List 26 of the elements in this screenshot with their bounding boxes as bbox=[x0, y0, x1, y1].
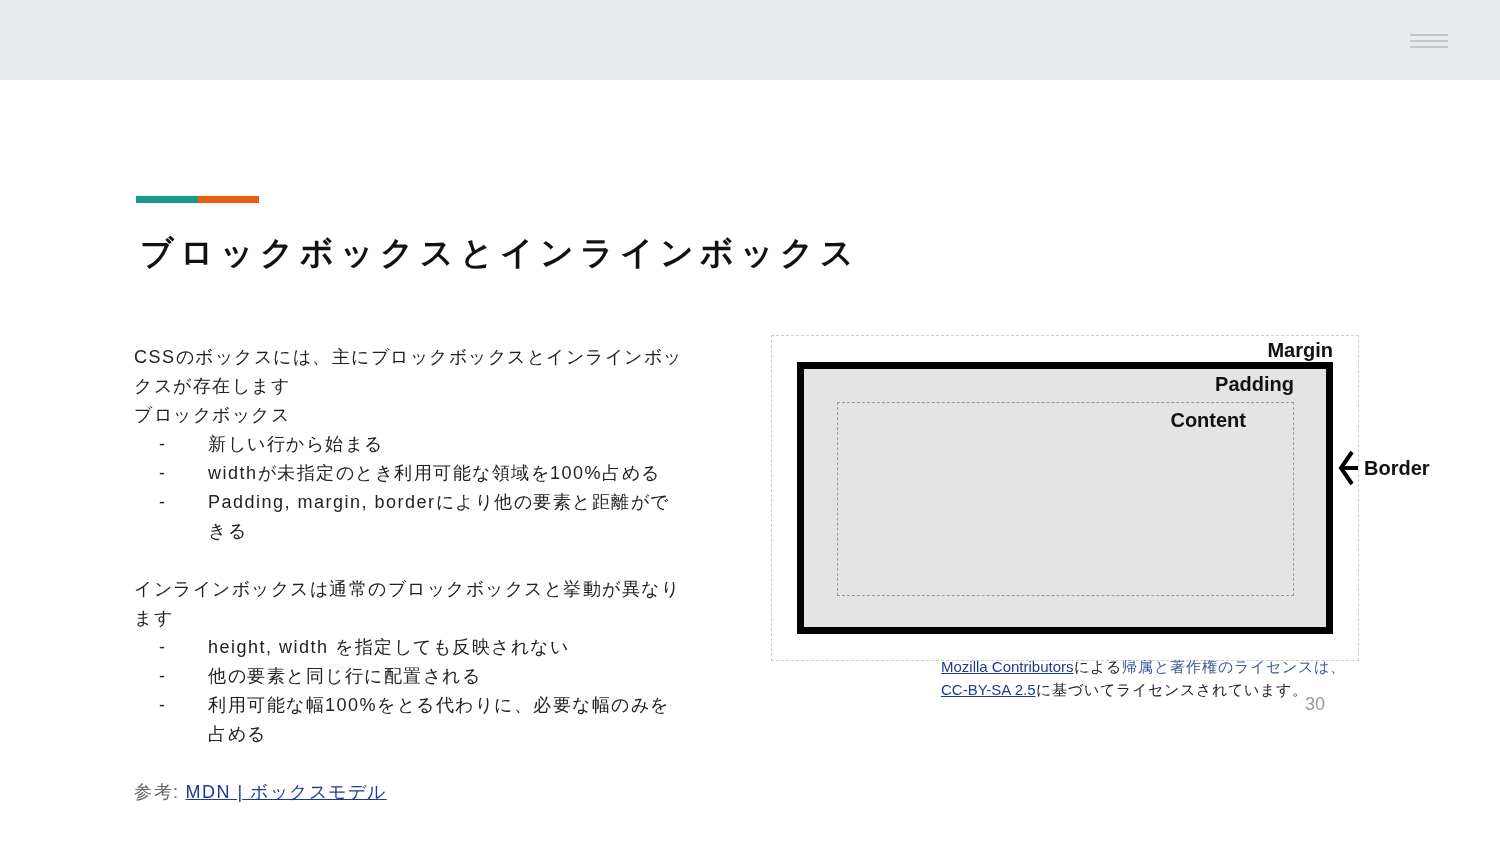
arrow-icon bbox=[1338, 449, 1360, 487]
slide-title: ブロックボックスとインラインボックス bbox=[140, 233, 861, 273]
bullet-text: Padding, margin, borderにより他の要素と距離ができる bbox=[208, 491, 671, 543]
attribution-link[interactable]: Mozilla Contributors bbox=[941, 658, 1074, 675]
padding-label: Padding bbox=[1215, 372, 1294, 396]
bullet-marker: - bbox=[159, 694, 168, 717]
attribution-link[interactable]: CC-BY-SA 2.5 bbox=[941, 681, 1036, 698]
bullet-marker: - bbox=[159, 665, 168, 688]
content-label: Content bbox=[1170, 408, 1246, 432]
bullet-marker: - bbox=[159, 491, 168, 514]
margin-label: Margin bbox=[1267, 338, 1333, 362]
bullet-marker: - bbox=[159, 433, 168, 456]
page-number: 30 bbox=[1305, 694, 1326, 715]
bullet-text: 利用可能な幅100%をとる代わりに、必要な幅のみを占める bbox=[208, 694, 671, 746]
reference-link[interactable]: MDN | ボックスモデル bbox=[185, 782, 387, 802]
bullet-text: 他の要素と同じ行に配置される bbox=[208, 665, 481, 688]
bullet-marker: - bbox=[159, 462, 168, 485]
bullet-text: height, width を指定しても反映されない bbox=[208, 636, 570, 659]
body-text: CSSのボックスには、主にブロックボックスとインラインボックスが存在します bbox=[134, 346, 684, 398]
bullet-text: 新しい行から始まる bbox=[208, 433, 384, 456]
bullet-text: widthが未指定のとき利用可能な領域を100%占める bbox=[208, 462, 661, 485]
bullet-marker: - bbox=[159, 636, 168, 659]
menu-icon[interactable] bbox=[1410, 34, 1448, 48]
body-text: ブロックボックス bbox=[134, 404, 291, 427]
reference-label: 参考: bbox=[134, 782, 180, 802]
border-label: Border bbox=[1364, 456, 1430, 480]
